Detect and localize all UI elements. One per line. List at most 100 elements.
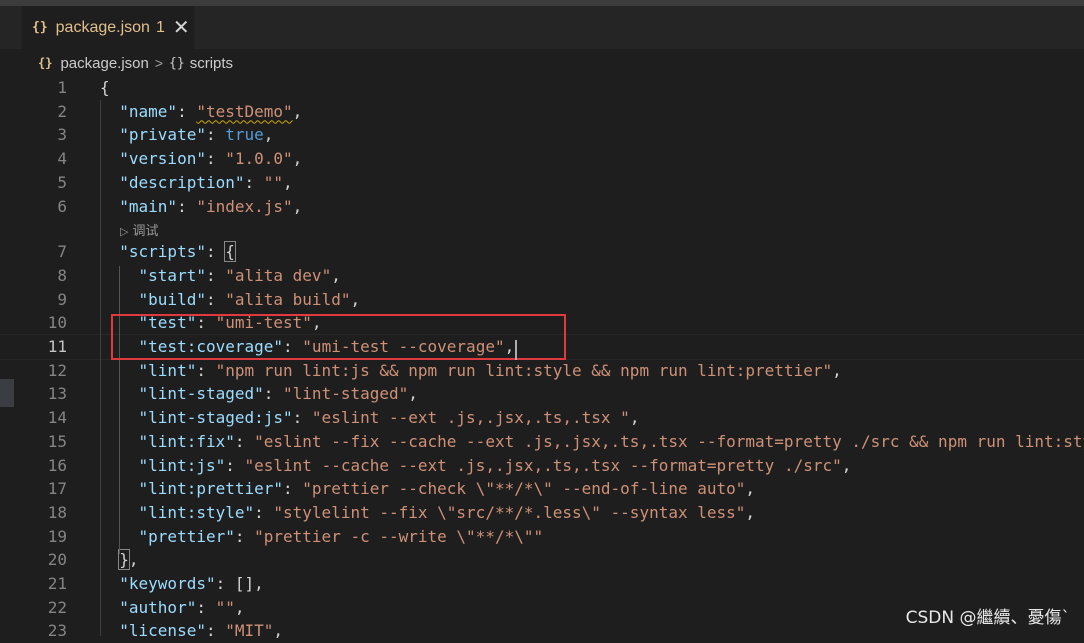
code-token: "author" <box>119 597 197 617</box>
code-text: "start": "alita dev", <box>100 264 341 288</box>
code-token: "alita build" <box>225 289 351 309</box>
code-line[interactable]: 9 "build": "alita build", <box>0 288 1084 312</box>
code-token: "" <box>263 172 284 192</box>
line-number: 9 <box>57 289 67 309</box>
code-token: "prettier --check \"**/*\" --end-of-line… <box>302 479 746 499</box>
code-line[interactable]: 8 "start": "alita dev", <box>0 264 1084 288</box>
code-token: , <box>292 149 303 169</box>
line-number: 4 <box>57 149 67 169</box>
code-line[interactable]: 7 "scripts": { <box>0 240 1084 264</box>
line-number: 11 <box>47 337 67 356</box>
code-text: "lint:prettier": "prettier --check \"**/… <box>100 477 756 501</box>
code-line[interactable]: 19 "prettier": "prettier -c --write \"**… <box>0 525 1084 549</box>
code-line[interactable]: 2 "name": "testDemo", <box>0 100 1084 124</box>
code-token: : <box>205 125 226 145</box>
code-token: : [], <box>215 574 264 593</box>
code-token: : <box>234 526 255 546</box>
code-text: "lint:js": "eslint --cache --ext .js,.js… <box>100 454 852 478</box>
indent-guide-active <box>119 266 120 554</box>
breadcrumb-item-scripts[interactable]: scripts <box>190 55 233 72</box>
code-token: "MIT" <box>225 621 274 641</box>
code-token: : <box>205 149 226 169</box>
line-number: 5 <box>57 172 67 192</box>
code-text: "lint-staged:js": "eslint --ext .js,.jsx… <box>100 406 640 430</box>
code-token: : <box>283 479 303 499</box>
code-text: "main": "index.js", <box>100 195 302 219</box>
red-highlight-box <box>111 314 566 360</box>
line-number: 8 <box>57 265 67 285</box>
chevron-right-icon: > <box>154 55 164 71</box>
close-icon[interactable]: ✕ <box>173 15 190 40</box>
code-token: : <box>225 455 245 475</box>
breadcrumb: {} package.json > {} scripts <box>0 49 1084 77</box>
code-token: , <box>292 101 303 121</box>
code-token: "scripts" <box>119 242 206 262</box>
code-line[interactable]: 18 "lint:style": "stylelint --fix \"src/… <box>0 501 1084 525</box>
code-token: "build" <box>138 289 206 309</box>
code-token: "lint:prettier" <box>138 479 284 499</box>
code-token: , <box>128 550 139 570</box>
code-token: , <box>745 502 756 522</box>
code-token: "alita dev" <box>225 265 332 285</box>
code-token: "lint:js" <box>138 455 226 475</box>
code-line[interactable]: 3 "private": true, <box>0 123 1084 147</box>
code-text: "private": true, <box>100 123 273 147</box>
code-line[interactable]: 16 "lint:js": "eslint --cache --ext .js,… <box>0 454 1084 478</box>
code-token: , <box>331 265 341 285</box>
code-token: : <box>234 431 255 451</box>
code-token: "lint:style" <box>138 502 255 522</box>
code-line[interactable]: 5 "description": "", <box>0 171 1084 195</box>
code-token: , <box>292 196 303 216</box>
object-symbol-icon: {} <box>169 55 185 71</box>
code-token: "name" <box>119 101 178 121</box>
line-number: 10 <box>47 313 67 333</box>
breadcrumb-item-file[interactable]: package.json <box>60 55 148 72</box>
code-token: "lint:fix" <box>138 431 235 451</box>
code-line[interactable]: 13 "lint-staged": "lint-staged", <box>0 382 1084 406</box>
code-token: "lint-staged" <box>283 384 409 404</box>
code-line[interactable]: 6 "main": "index.js", <box>0 195 1084 219</box>
code-token: "lint-staged" <box>138 384 264 404</box>
code-text: "lint-staged": "lint-staged", <box>100 382 418 406</box>
code-token: "lint" <box>138 360 197 380</box>
code-token: true <box>225 125 264 145</box>
code-line[interactable]: 20 }, <box>0 548 1084 572</box>
code-token: , <box>841 455 852 475</box>
code-line[interactable]: 14 "lint-staged:js": "eslint --ext .js,.… <box>0 406 1084 430</box>
line-number: 13 <box>47 384 67 404</box>
code-line[interactable]: 4 "version": "1.0.0", <box>0 147 1084 171</box>
tab-bar: {} package.json 1 ✕ <box>0 6 1084 49</box>
code-text: { <box>100 76 110 100</box>
code-token: : <box>177 196 197 216</box>
code-line[interactable]: 12 "lint": "npm run lint:js && npm run l… <box>0 359 1084 383</box>
code-token: : <box>205 265 226 285</box>
watermark: CSDN @繼續、憂傷` <box>905 608 1070 628</box>
code-token: "1.0.0" <box>225 149 293 169</box>
code-token: , <box>408 384 418 404</box>
code-line[interactable]: 21 "keywords": [], <box>0 572 1084 596</box>
line-number: 19 <box>47 526 67 546</box>
tab-package-json[interactable]: {} package.json 1 ✕ <box>22 6 194 49</box>
code-text: "name": "testDemo", <box>100 100 302 124</box>
play-icon: ▷ <box>120 226 129 238</box>
problems-count-badge: 1 <box>155 18 165 36</box>
line-number: 1 <box>57 78 67 97</box>
line-number: 18 <box>47 502 67 522</box>
code-line[interactable]: 17 "lint:prettier": "prettier --check \"… <box>0 477 1084 501</box>
codelens-label: 调试 <box>132 223 159 238</box>
code-line[interactable]: 15 "lint:fix": "eslint --fix --cache --e… <box>0 430 1084 454</box>
line-number: 12 <box>47 360 67 380</box>
code-token: , <box>832 360 842 380</box>
line-number: 3 <box>57 125 67 145</box>
codelens-debug[interactable]: ▷ 调试 <box>120 220 158 242</box>
code-line[interactable]: 1{ <box>0 76 1084 100</box>
code-text: "license": "MIT", <box>100 619 283 643</box>
line-number: 20 <box>47 550 67 570</box>
line-number: 16 <box>47 455 67 475</box>
line-number: 15 <box>47 431 67 451</box>
